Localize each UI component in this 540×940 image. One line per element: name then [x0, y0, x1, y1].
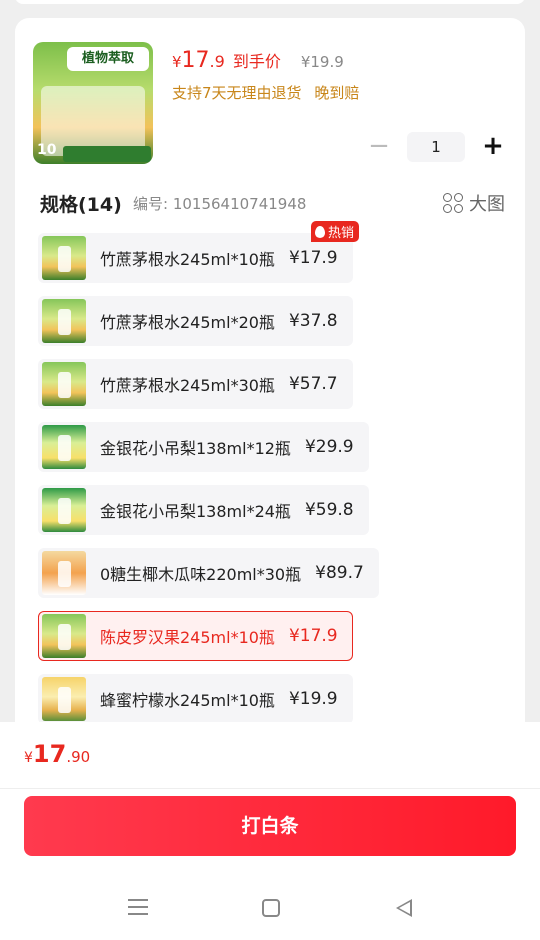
total-price: ¥ 17 .90	[24, 740, 90, 768]
option-thumbnail	[42, 551, 86, 595]
option-label: 竹蔗茅根水245ml*30瓶	[100, 376, 275, 395]
big-image-label: 大图	[469, 194, 505, 215]
minus-icon[interactable]: −	[365, 133, 393, 161]
plus-icon[interactable]: +	[479, 133, 507, 161]
option-label: 0糖生椰木瓜味220ml*30瓶	[100, 565, 302, 584]
hot-badge: 热销	[311, 221, 360, 242]
thumbnail-strip	[63, 146, 151, 162]
spec-option[interactable]: 金银花小吊梨138ml*12瓶 ¥29.9	[38, 422, 369, 472]
option-label: 金银花小吊梨138ml*12瓶	[100, 439, 291, 458]
option-thumbnail	[42, 362, 86, 406]
hot-label: 热销	[328, 226, 355, 241]
quantity-stepper: − 1 +	[365, 132, 507, 162]
spec-option[interactable]: 竹蔗茅根水245ml*20瓶 ¥37.8	[38, 296, 353, 346]
option-thumbnail	[42, 614, 86, 658]
flame-icon	[315, 225, 325, 238]
spec-option[interactable]: 竹蔗茅根水245ml*30瓶 ¥57.7	[38, 359, 353, 409]
price-tag: 到手价	[232, 52, 281, 71]
spec-option[interactable]: 蜂蜜柠檬水245ml*10瓶 ¥19.9	[38, 674, 353, 724]
option-price: ¥59.8	[304, 500, 354, 520]
price-currency: ¥	[172, 53, 182, 71]
bottom-bar: ¥ 17 .90 打白条	[0, 722, 540, 940]
spec-code: 编号: 10156410741948	[133, 195, 307, 213]
price-line: ¥ 17 .9 到手价 ¥19.9	[172, 48, 344, 78]
option-price: ¥19.9	[288, 689, 338, 709]
return-policy: 支持7天无理由退货	[172, 84, 302, 102]
spec-title: 规格(14)	[40, 194, 122, 216]
late-compensation: 晚到赔	[314, 84, 360, 102]
quantity-input[interactable]: 1	[407, 132, 465, 162]
option-price: ¥29.9	[304, 437, 354, 457]
option-label: 竹蔗茅根水245ml*20瓶	[100, 313, 275, 332]
option-label: 金银花小吊梨138ml*24瓶	[100, 502, 291, 521]
service-promise: 支持7天无理由退货 晚到赔	[172, 82, 359, 103]
option-thumbnail	[42, 425, 86, 469]
option-label: 陈皮罗汉果245ml*10瓶	[100, 628, 275, 647]
option-thumbnail	[42, 299, 86, 343]
option-label: 竹蔗茅根水245ml*10瓶	[100, 250, 275, 269]
previous-card-edge	[15, 0, 525, 4]
product-thumbnail[interactable]: 植物萃取 10	[33, 42, 153, 164]
option-price: ¥57.7	[288, 374, 338, 394]
spec-option[interactable]: 0糖生椰木瓜味220ml*30瓶 ¥89.7	[38, 548, 379, 598]
price-decimal: .9	[209, 52, 225, 71]
big-image-button[interactable]: 大图	[443, 190, 505, 216]
option-price: ¥37.8	[288, 311, 338, 331]
option-thumbnail	[42, 677, 86, 721]
option-label: 蜂蜜柠檬水245ml*10瓶	[100, 691, 275, 710]
spec-option-selected[interactable]: 陈皮罗汉果245ml*10瓶 ¥17.9	[38, 611, 353, 661]
sku-selector-card: 植物萃取 10 ¥ 17 .9 到手价 ¥19.9 支持7天无理由退货 晚到赔 …	[15, 18, 525, 758]
system-navbar	[0, 872, 540, 940]
back-icon[interactable]	[396, 899, 412, 917]
spec-option[interactable]: 金银花小吊梨138ml*24瓶 ¥59.8	[38, 485, 369, 535]
home-icon[interactable]	[262, 899, 280, 917]
divider	[0, 788, 540, 789]
total-integer: 17	[32, 740, 67, 768]
total-currency: ¥	[24, 750, 33, 766]
option-thumbnail	[42, 236, 86, 280]
option-price: ¥89.7	[315, 563, 364, 583]
price-integer: 17	[181, 48, 210, 73]
spec-option[interactable]: 竹蔗茅根水245ml*10瓶 ¥17.9	[38, 233, 353, 283]
checkout-button[interactable]: 打白条	[24, 796, 516, 856]
thumbnail-badge: 植物萃取	[67, 47, 149, 71]
thumbnail-count: 10	[37, 142, 57, 158]
total-decimal: .90	[66, 748, 91, 766]
option-thumbnail	[42, 488, 86, 532]
option-price: ¥17.9	[288, 248, 338, 268]
menu-icon[interactable]	[128, 899, 148, 915]
original-price: ¥19.9	[300, 53, 344, 71]
spec-header: 规格(14) 编号: 10156410741948 大图	[40, 188, 505, 218]
option-price: ¥17.9	[288, 626, 338, 646]
grid-icon	[443, 193, 463, 213]
